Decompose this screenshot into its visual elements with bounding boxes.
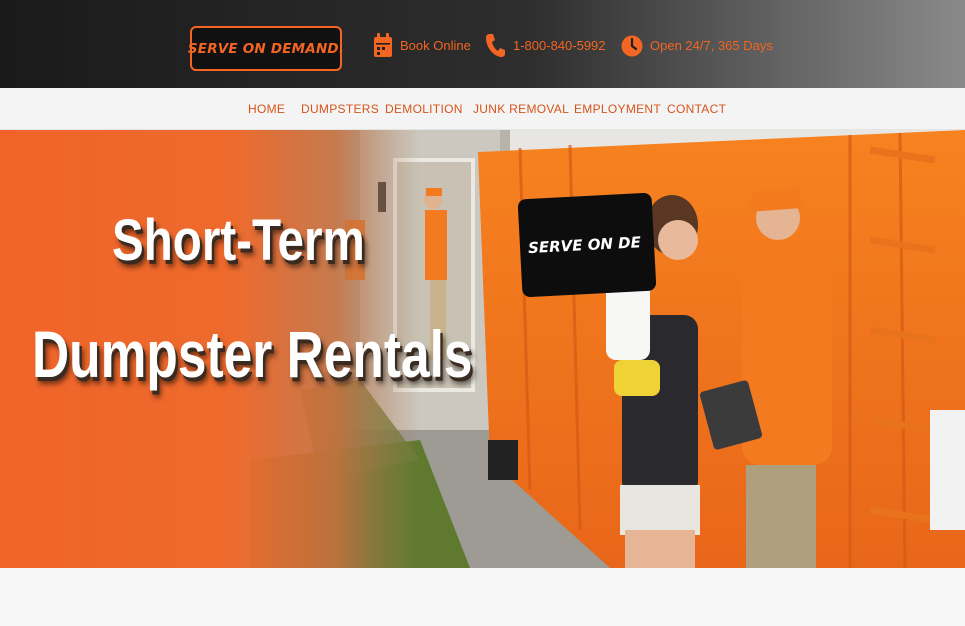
nav-item-junk-removal[interactable]: JUNK REMOVAL [473, 102, 569, 116]
phone-link[interactable]: 1-800-840-5992 [484, 32, 606, 58]
nav-item-home[interactable]: HOME [248, 102, 285, 116]
calendar-icon [373, 32, 393, 58]
nav-item-demolition[interactable]: DEMOLITION [385, 102, 463, 116]
logo-text: SERVE ON DEMAND. [187, 40, 345, 57]
hero-headline-line2: Dumpster Rentals [32, 317, 473, 391]
hours-label: Open 24/7, 365 Days [650, 37, 773, 53]
main-navigation: HOME DUMPSTERS DEMOLITION JUNK REMOVAL E… [0, 88, 965, 130]
phone-number: 1-800-840-5992 [513, 37, 606, 53]
nav-item-employment[interactable]: EMPLOYMENT [574, 102, 661, 116]
nav-item-dumpsters[interactable]: DUMPSTERS [301, 102, 379, 116]
below-hero-area [0, 568, 965, 626]
book-online-link[interactable]: Book Online [373, 32, 471, 58]
dumpster-sign-text: SERVE ON DE [527, 233, 642, 258]
phone-icon [484, 32, 506, 58]
hero-headline-line1: Short-Term [112, 208, 365, 273]
clock-icon [621, 32, 643, 58]
logo[interactable]: SERVE ON DEMAND. [187, 26, 345, 71]
top-header-bar: SERVE ON DEMAND. Book Online 1-800-840-5… [0, 0, 965, 88]
hours-info: Open 24/7, 365 Days [621, 32, 773, 58]
hero-banner: Short-Term Dumpster Rentals SERVE ON DE [0, 130, 965, 568]
nav-item-contact[interactable]: CONTACT [667, 102, 726, 116]
dumpster-logo-sign: SERVE ON DE [517, 192, 657, 298]
book-online-label: Book Online [400, 37, 471, 53]
